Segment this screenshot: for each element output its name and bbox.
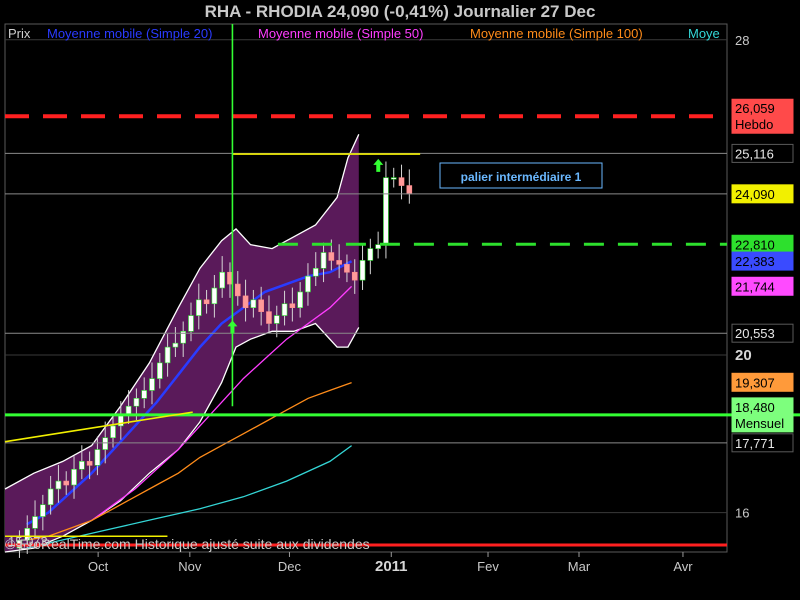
- label-level-25116: 25,116: [735, 146, 774, 161]
- candle-body-9: [86, 461, 93, 466]
- candle-body-35: [289, 303, 296, 309]
- legend-item-2: Moyenne mobile (Simple 50): [258, 26, 423, 41]
- chart-root: 28 20 16 26,059 Hebdo 25,116 24,090 22,810 22,38…: [0, 0, 800, 600]
- candle-body-5: [55, 480, 62, 490]
- candle-body-41: [336, 260, 342, 265]
- candle-body-34: [281, 303, 288, 316]
- candle-body-11: [102, 437, 109, 450]
- price-chart: 28 20 16 26,059Hebdo 25,116 24,090 22,810 22,38…: [0, 0, 800, 600]
- candle-body-39: [320, 252, 327, 269]
- y-tick-label-28: 28: [735, 33, 749, 48]
- candle-body-37: [305, 275, 311, 293]
- candle-body-6: [63, 480, 70, 486]
- chart-background: [0, 0, 800, 600]
- label-hebdo-resistance: 26,059: [735, 101, 775, 116]
- x-label-Nov: Nov: [178, 559, 202, 574]
- label-ma100-value: 19,307: [735, 375, 775, 390]
- candle-body-43: [351, 271, 358, 281]
- candle-body-48: [390, 177, 397, 180]
- label-support-intermediaire: 22,810: [735, 237, 775, 252]
- label-ma20-value: 22,383: [735, 254, 775, 269]
- candle-body-45: [367, 248, 374, 261]
- candle-body-31: [258, 299, 264, 312]
- candle-body-24: [203, 299, 210, 305]
- y-tick-label-16: 16: [735, 506, 749, 521]
- candle-body-2: [32, 516, 38, 529]
- annotation-label: palier intermédiaire 1: [461, 170, 582, 184]
- candle-body-40: [328, 252, 335, 261]
- candle-body-10: [94, 449, 101, 466]
- candle-body-12: [110, 425, 116, 439]
- candle-body-23: [195, 299, 202, 316]
- legend-item-1: Moyenne mobile (Simple 20): [47, 26, 212, 41]
- candle-body-29: [242, 295, 249, 309]
- candle-body-16: [141, 390, 148, 399]
- label-last-price: 24,090: [735, 187, 775, 202]
- candle-body-49: [398, 177, 405, 186]
- candle-body-46: [375, 244, 381, 249]
- label-mensuel-support: 18,480: [735, 400, 775, 415]
- legend-item-4: Moye: [688, 26, 720, 41]
- x-label-Oct: Oct: [88, 559, 109, 574]
- candle-body-17: [149, 378, 155, 391]
- candle-body-25: [211, 287, 218, 305]
- candle-body-30: [250, 299, 257, 309]
- y-tick-label-20: 20: [735, 347, 752, 364]
- chart-title: RHA - RHODIA 24,090 (-0,41%) Journalier …: [205, 2, 596, 21]
- legend-item-0: Prix: [8, 26, 31, 41]
- candle-body-7: [71, 468, 77, 486]
- candle-body-15: [133, 398, 140, 407]
- candle-body-36: [297, 291, 303, 309]
- candle-body-42: [344, 264, 350, 273]
- candle-body-47: [383, 177, 389, 245]
- sublabel-hebdo-resistance: Hebdo: [735, 117, 773, 132]
- candle-body-26: [219, 271, 225, 289]
- candle-body-20: [172, 342, 179, 348]
- label-ma50-value: 21,744: [735, 279, 775, 294]
- candle-body-22: [188, 315, 194, 332]
- candle-body-18: [156, 362, 163, 379]
- x-label-Avr: Avr: [673, 559, 693, 574]
- candle-body-44: [359, 260, 366, 281]
- legend: Prix Moyenne mobile (Simple 20) Moyenne mo…: [8, 26, 720, 41]
- candle-body-14: [125, 405, 132, 415]
- candle-body-4: [47, 488, 54, 506]
- x-label-Dec: Dec: [278, 559, 302, 574]
- x-label-Mar: Mar: [568, 559, 591, 574]
- candle-body-38: [312, 267, 319, 277]
- candle-body-32: [266, 311, 272, 324]
- label-level-20553: 20,553: [735, 326, 775, 341]
- candle-body-33: [273, 315, 280, 324]
- x-label-Fev: Fev: [477, 559, 499, 574]
- candle-body-8: [79, 461, 85, 470]
- candle-body-28: [234, 283, 241, 297]
- copyright-text: © EroRealTime.com Historique ajusté suit…: [5, 536, 370, 552]
- candle-body-50: [406, 185, 413, 195]
- label-level-17771: 17,771: [735, 436, 775, 451]
- candle-body-3: [40, 504, 46, 517]
- sublabel-mensuel-support: Mensuel: [735, 416, 784, 431]
- candle-body-19: [164, 346, 171, 364]
- legend-item-3: Moyenne mobile (Simple 100): [470, 26, 643, 41]
- x-label-2011: 2011: [375, 558, 408, 575]
